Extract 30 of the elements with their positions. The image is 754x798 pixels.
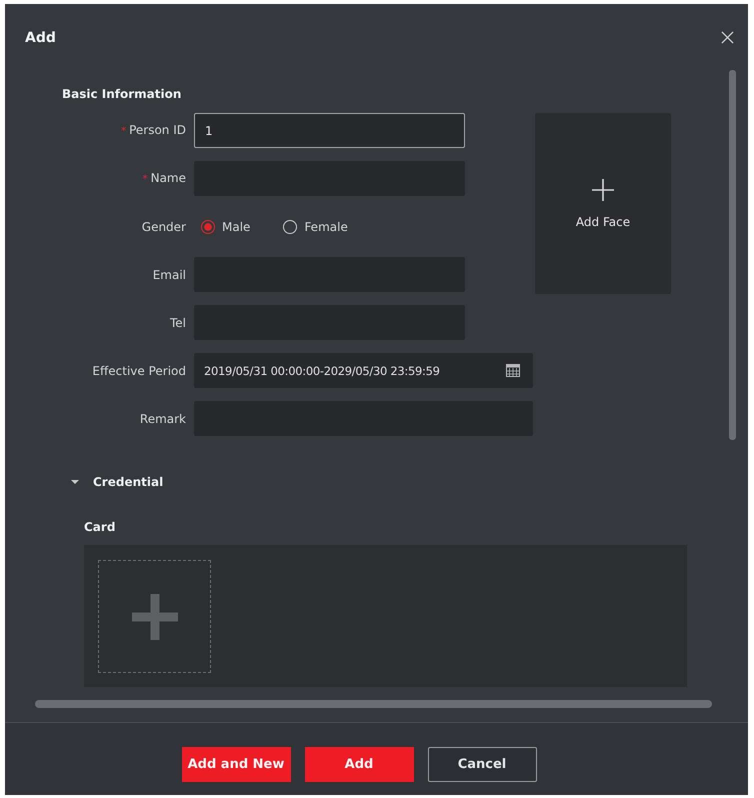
horizontal-scrollbar[interactable] [35,700,712,708]
field-label: Person ID [129,122,186,138]
field-label: Email [152,266,186,282]
dialog-title: Add [25,29,56,47]
radio-button[interactable] [201,220,215,234]
field-label: Name [150,170,186,186]
dialog-button[interactable]: Add and New [182,747,290,782]
calendar-icon[interactable] [506,364,520,377]
field-label: Effective Period [92,362,186,378]
add-card-button[interactable] [98,560,211,673]
close-icon[interactable] [721,30,734,44]
radio-button[interactable] [283,220,298,234]
field-label: Tel [170,314,186,330]
vertical-scrollbar[interactable] [729,70,736,440]
dialog-button[interactable]: Add [304,747,414,782]
dialog-button[interactable]: Cancel [428,747,536,782]
input-field[interactable]: 1 [194,113,465,148]
field-label: Gender [142,218,186,234]
plus-icon [592,178,614,200]
add-face-button[interactable]: Add Face [535,113,671,294]
option-label: Female [304,218,348,234]
section-heading: Basic Information [62,86,182,102]
credential-toggle[interactable]: Credential [71,473,164,491]
card-heading: Card [84,519,116,535]
plus-icon [132,594,178,640]
option-label: Male [222,218,250,234]
date-range-field[interactable]: 2019/05/31 00:00:00-2029/05/30 23:59:59 [194,353,533,388]
required-marker: * [142,173,148,187]
required-marker: * [121,125,126,139]
field-label: Remark [140,410,186,426]
